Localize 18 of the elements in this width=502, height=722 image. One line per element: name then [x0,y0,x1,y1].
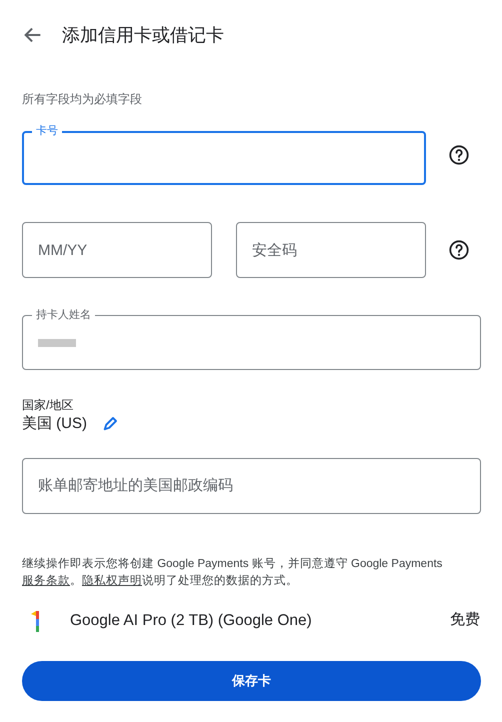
security-code-field[interactable]: 安全码 [236,222,426,278]
help-icon[interactable] [448,239,470,261]
terms-link[interactable]: 服务条款 [22,574,70,586]
country-value: 美国 (US) [22,414,87,434]
field-label: 卡号 [32,124,62,138]
legal-notice: 继续操作即表示您将创建 Google Payments 账号，并同意遵守 Google Payments 服务条款。隐私权声明说明了处理您的数据的方式。 [22,556,444,588]
required-note: 所有字段均为必填字段 [22,91,143,108]
help-icon[interactable] [448,144,470,166]
expiry-field[interactable]: MM/YY [22,222,212,278]
terms-link[interactable]: 隐私权声明 [82,574,142,586]
country-label: 国家/地区 [22,398,74,412]
save-card-button[interactable]: 保存卡 [22,660,481,700]
product-name: Google AI Pro (2 TB) (Google One) [70,610,312,631]
product-price: 免费 [450,610,480,630]
number-one-logo-icon [30,610,40,632]
zip-code-field[interactable]: 账单邮寄地址的美国邮政编码 [22,458,481,514]
field-label: 持卡人姓名 [32,308,95,322]
page-title: 添加信用卡或借记卡 [62,24,224,46]
